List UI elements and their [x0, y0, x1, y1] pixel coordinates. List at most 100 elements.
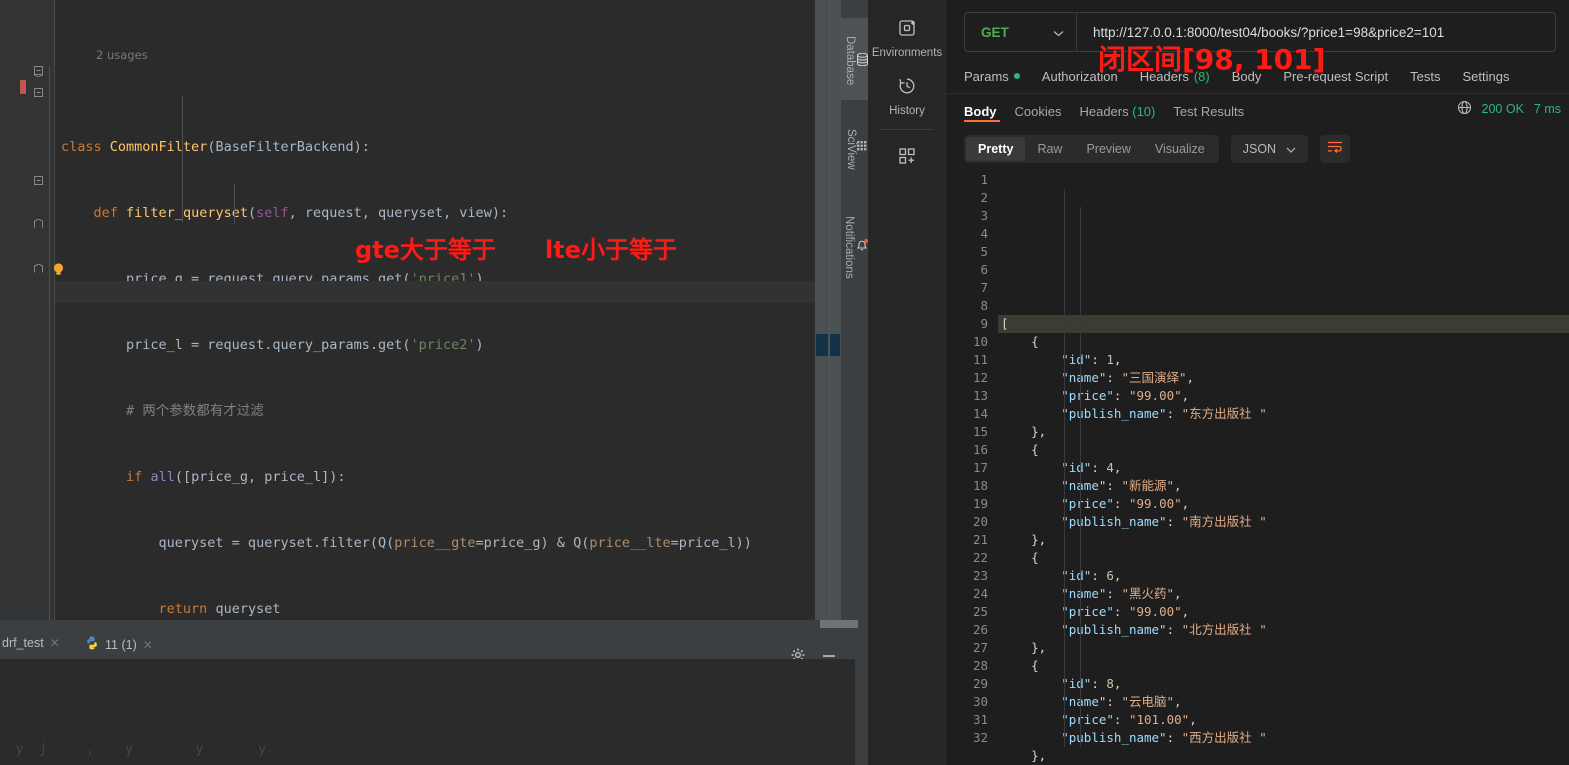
close-icon[interactable]: ✕ [50, 636, 60, 650]
json-line: "price": "99.00", [1061, 496, 1190, 511]
fold-marker-end-if[interactable] [34, 219, 45, 230]
console-output[interactable]: y j , y y y Starting development server … [0, 659, 855, 765]
json-line: "name": "三国演绎", [1061, 370, 1195, 385]
tab-params[interactable]: Params [964, 69, 1020, 84]
word-wrap-button[interactable] [1320, 135, 1351, 163]
format-pretty-button[interactable]: Pretty [966, 137, 1026, 161]
json-line: "publish_name": "东方出版社 " [1061, 406, 1267, 421]
json-line-number: 16 [972, 442, 988, 457]
json-line-number: 30 [972, 694, 988, 709]
sidebar-item-history[interactable]: History [868, 76, 946, 117]
response-headers-count: (10) [1132, 103, 1156, 119]
fold-marker-if[interactable] [34, 176, 45, 187]
json-line: }, [1031, 424, 1047, 439]
status-code: 200 OK [1481, 102, 1524, 116]
json-line: "price": "99.00", [1061, 604, 1190, 619]
annotation-lte: lte小于等于 [545, 236, 677, 264]
tab-label-response-headers: Headers [1079, 103, 1129, 119]
json-line-number: 1 [980, 172, 988, 187]
json-line-number: 17 [972, 460, 988, 475]
indent-guide [1080, 315, 1081, 423]
sidebar-item-new[interactable] [868, 146, 946, 169]
response-status-area: 200 OK 7 ms [1457, 100, 1561, 118]
json-line: "id": 4, [1061, 460, 1122, 475]
fold-marker-end-def[interactable] [34, 264, 45, 275]
json-line: "price": "99.00", [1061, 388, 1190, 403]
active-response-tab-underline [964, 120, 1000, 122]
json-line: { [1031, 442, 1039, 457]
editor-scrollbar-thumb[interactable] [816, 334, 828, 356]
code-line: queryset = queryset.filter(Q(price__gte=… [61, 535, 752, 551]
editor-gutter[interactable] [20, 0, 64, 620]
json-line: [ [998, 315, 1569, 333]
json-line-number: 29 [972, 676, 988, 691]
sidebar-divider [880, 129, 934, 130]
indent-guide [1064, 189, 1065, 747]
postman-window: Environments History GET http://127.0.0.… [868, 0, 1569, 765]
json-line-number: 5 [980, 244, 988, 259]
error-stripe-marker [20, 80, 26, 94]
tab-response-body[interactable]: Body [964, 104, 997, 119]
fold-marker-def[interactable] [34, 88, 45, 99]
format-preview-button[interactable]: Preview [1074, 137, 1142, 161]
fold-marker-class[interactable] [34, 66, 45, 77]
editor-vertical-scrollbar[interactable] [815, 0, 829, 620]
method-label: GET [981, 24, 1009, 40]
indent-guide [182, 96, 183, 222]
code-text[interactable]: 2 usages class CommonFilter(BaseFilterBa… [55, 0, 815, 749]
code-line: return queryset [158, 601, 281, 617]
chevron-down-icon [1286, 142, 1296, 156]
json-line: "id": 8, [1061, 676, 1122, 691]
postman-sidebar: Environments History [868, 0, 946, 765]
json-line-number: 25 [972, 604, 988, 619]
json-line: "name": "新能源", [1061, 478, 1182, 493]
json-line-number: 9 [980, 316, 988, 331]
json-line-number: 2 [980, 190, 988, 205]
content-type-select[interactable]: JSON [1230, 135, 1309, 163]
params-modified-dot [1013, 73, 1020, 79]
indent-guide [1080, 531, 1081, 639]
method-select[interactable]: GET [965, 13, 1077, 51]
code-line: def filter_queryset(self, request, query… [93, 205, 509, 221]
json-line-number: 23 [972, 568, 988, 583]
json-line-number: 10 [972, 334, 988, 349]
tab-tests[interactable]: Tests [1410, 69, 1440, 84]
tab-test-results[interactable]: Test Results [1173, 104, 1244, 119]
json-line-number: 3 [980, 208, 988, 223]
content-type-label: JSON [1242, 142, 1277, 156]
json-line: { [1031, 550, 1039, 565]
sidebar-item-database[interactable]: Database [841, 18, 869, 100]
sidebar-label-history: History [889, 105, 925, 117]
response-body-viewer[interactable]: 1 2 3 4 5 6 7 8 9 10 11 12 13 14 15 16 17 18 19 20 21 22 23 24 2… [946, 165, 1569, 765]
format-visualize-button[interactable]: Visualize [1143, 137, 1217, 161]
json-line-number: 26 [972, 622, 988, 637]
json-line: "publish_name": "西方出版社 " [1061, 730, 1267, 745]
sidebar-label-database: Database [844, 36, 856, 86]
console-tab-drf-test[interactable]: drf_test ✕ [2, 636, 60, 650]
usages-hint[interactable]: 2 usages [96, 44, 148, 66]
console-resize-thumb[interactable] [820, 620, 858, 628]
tab-response-cookies[interactable]: Cookies [1015, 104, 1062, 119]
tab-response-headers[interactable]: Headers (10) [1079, 104, 1155, 119]
json-line: "price": "101.00", [1061, 712, 1197, 727]
json-content[interactable]: [ { "id": 1, "name": "三国演绎", "price": "9… [998, 165, 1569, 765]
format-raw-button[interactable]: Raw [1025, 137, 1074, 161]
sidebar-item-sciview[interactable]: SciView [841, 108, 869, 186]
response-format-toolbar: Pretty Raw Preview Visualize JSON [964, 135, 1351, 163]
json-line-number: 28 [972, 658, 988, 673]
response-tab-bar: Body Cookies Headers (10) Test Results [964, 99, 1244, 123]
globe-icon[interactable] [1457, 100, 1472, 118]
json-line-number: 24 [972, 586, 988, 601]
code-editor[interactable]: 2 usages class CommonFilter(BaseFilterBa… [20, 0, 815, 749]
close-icon[interactable]: ✕ [143, 638, 153, 652]
python-icon [85, 636, 99, 653]
tab-settings[interactable]: Settings [1462, 69, 1509, 84]
console-tab-11[interactable]: 11 (1) ✕ [85, 636, 153, 653]
sidebar-item-environments[interactable]: Environments [868, 18, 946, 59]
divider [946, 93, 1569, 94]
console-line: y j , y y y [0, 742, 267, 757]
sidebar-item-notifications[interactable]: Notifications [841, 190, 869, 300]
indent-guide [1080, 639, 1081, 747]
code-line: # 两个参数都有才过滤 [126, 403, 264, 419]
json-line-number: 27 [972, 640, 988, 655]
